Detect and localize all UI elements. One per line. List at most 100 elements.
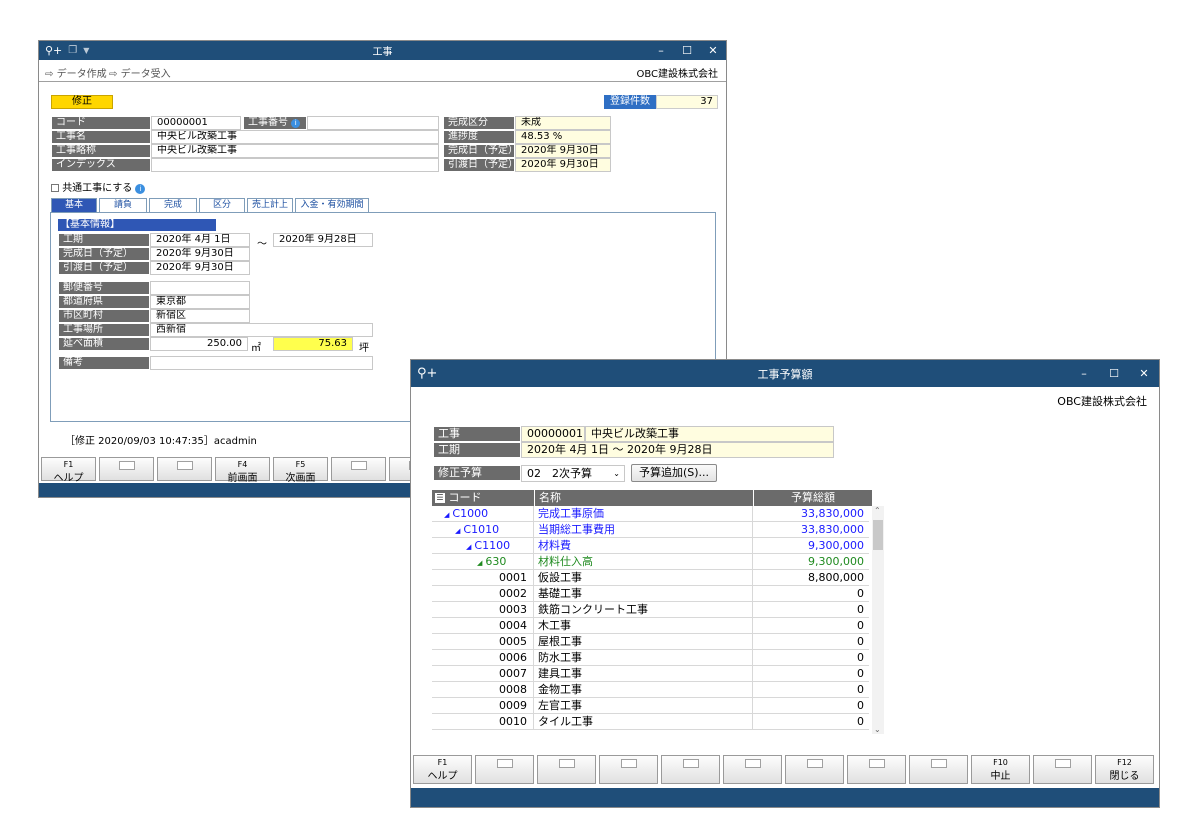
index-field[interactable] [151,158,439,172]
search-add-icon[interactable]: ⚲+ [417,366,437,381]
grid-header-code[interactable]: ☰ コード [432,490,535,506]
fkey-placeholder-icon [350,461,367,470]
fkey-f5-button[interactable]: F5 次画面 [273,457,328,484]
city-field[interactable]: 新宿区 [150,309,250,323]
fkey-f4-button[interactable]: F4 前画面 [215,457,270,484]
table-row[interactable]: 0006 防水工事 0 [432,650,869,666]
fkey-empty-button[interactable] [331,457,386,481]
period-to-field[interactable]: 2020年 9月28日 [273,233,373,247]
table-row[interactable]: ◢ C1010 当期総工事費用 33,830,000 [432,522,869,538]
tab-contract[interactable]: 請負 [99,198,147,212]
table-row[interactable]: 0003 鉄筋コンクリート工事 0 [432,602,869,618]
minimize-icon[interactable]: – [648,44,674,57]
fkey-empty-button[interactable] [785,755,844,784]
minimize-icon[interactable]: – [1069,367,1099,380]
grid-header-name[interactable]: 名称 [535,490,754,506]
revision-select[interactable]: 02 2次予算 ⌄ [521,465,625,482]
info-icon[interactable]: i [291,119,301,128]
row-code-text: 0010 [499,715,527,728]
period-label: 工期 [58,233,150,247]
fkey-empty-button[interactable] [537,755,596,784]
fkey-f10-button[interactable]: F10 中止 [971,755,1030,784]
data-create-button[interactable]: ⇨ データ作成 [45,65,107,80]
site-field[interactable]: 西新宿 [150,323,373,337]
info-icon[interactable]: i [135,184,146,194]
fkey-f1-button[interactable]: F1 ヘルプ [413,755,472,784]
row-name: 基礎工事 [534,586,753,601]
table-row[interactable]: 0010 タイル工事 0 [432,714,869,730]
tab-complete[interactable]: 完成 [149,198,197,212]
fkey-empty-button[interactable] [99,457,154,481]
row-amount: 33,830,000 [801,523,864,536]
area-field[interactable]: 250.00 [150,337,248,351]
maximize-icon[interactable]: ☐ [674,44,700,57]
zip-field[interactable] [150,281,250,295]
fkey-empty-button[interactable] [909,755,968,784]
table-row[interactable]: 0002 基礎工事 0 [432,586,869,602]
tree-toggle-icon[interactable]: ☰ [435,493,445,503]
fkey-f12-button[interactable]: F12 閉じる [1095,755,1154,784]
table-row[interactable]: 0007 建具工事 0 [432,666,869,682]
fkey-empty-button[interactable] [661,755,720,784]
koji-period-value: 2020年 4月 1日 ～ 2020年 9月28日 [521,442,834,458]
row-name: 完成工事原価 [534,506,753,521]
tab-category[interactable]: 区分 [199,198,245,212]
fkey-empty-button[interactable] [157,457,212,481]
short-field[interactable]: 中央ビル改築工事 [151,144,439,158]
expand-triangle-icon[interactable]: ◢ [444,511,449,519]
expand-triangle-icon[interactable]: ◢ [455,527,460,535]
row-code: ◢ 630 [432,554,534,569]
complete-label: 完成日（予定） [443,144,515,158]
budget-grid: ☰ コード 名称 予算総額 ◢ C1000 完成工事原価 33,830,000 ◢ C10… [432,490,884,734]
kojibango-label: 工事番号 i [243,116,307,130]
maximize-icon[interactable]: ☐ [1099,367,1129,380]
table-row[interactable]: 0005 屋根工事 0 [432,634,869,650]
window-title: 工事 [372,47,393,58]
table-row[interactable]: ◢ C1000 完成工事原価 33,830,000 [432,506,869,522]
table-row[interactable]: 0009 左官工事 0 [432,698,869,714]
fkey-placeholder-icon [1054,759,1071,768]
code-field[interactable]: 00000001 [151,116,241,130]
table-row[interactable]: 0001 仮設工事 8,800,000 [432,570,869,586]
fkey-empty-button[interactable] [1033,755,1092,784]
grid-header-total[interactable]: 予算総額 [754,490,872,506]
note-field[interactable] [150,356,373,370]
complete-date-field[interactable]: 2020年 9月30日 [150,247,250,261]
fkey-empty-button[interactable] [599,755,658,784]
table-row[interactable]: 0008 金物工事 0 [432,682,869,698]
scroll-thumb[interactable] [873,520,883,550]
tab-payment[interactable]: 入金・有効期間 [295,198,369,212]
period-from-field[interactable]: 2020年 4月 1日 [150,233,250,247]
tab-sales[interactable]: 売上計上 [247,198,293,212]
fkey-number: F5 [295,460,306,469]
kojibango-field[interactable] [307,116,439,130]
expand-triangle-icon[interactable]: ◢ [466,543,471,551]
common-koji-checkbox[interactable]: 共通工事にする i [51,179,146,194]
copy-icon[interactable]: ❐ [68,45,77,56]
window-title: 工事予算額 [757,367,813,381]
name-field[interactable]: 中央ビル改築工事 [151,130,439,144]
pref-field[interactable]: 東京都 [150,295,250,309]
table-row[interactable]: ◢ 630 材料仕入高 9,300,000 [432,554,869,570]
close-icon[interactable]: ✕ [1129,367,1159,380]
scroll-up-icon[interactable]: ⌃ [874,506,881,515]
expand-triangle-icon[interactable]: ◢ [477,559,482,567]
tab-basic[interactable]: 基本 [51,198,97,212]
fkey-label: 閉じる [1109,771,1140,782]
fkey-empty-button[interactable] [475,755,534,784]
handover-date-field[interactable]: 2020年 9月30日 [150,261,250,275]
close-icon[interactable]: ✕ [700,44,726,57]
grid-scrollbar[interactable]: ⌃ ⌄ [872,506,884,734]
dropdown-icon[interactable]: ▼ [83,46,89,55]
fkey-empty-button[interactable] [847,755,906,784]
company-name: OBC建設株式会社 [1057,395,1147,408]
scroll-down-icon[interactable]: ⌄ [874,725,881,734]
table-row[interactable]: 0004 木工事 0 [432,618,869,634]
table-row[interactable]: ◢ C1100 材料費 9,300,000 [432,538,869,554]
data-receive-button[interactable]: ⇨ データ受入 [109,65,171,80]
fkey-f1-button[interactable]: F1 ヘルプ [41,457,96,484]
search-add-icon[interactable]: ⚲+ [45,44,62,57]
status-value: 未成 [515,116,611,130]
add-budget-button[interactable]: 予算追加(S)... [631,464,717,482]
fkey-empty-button[interactable] [723,755,782,784]
